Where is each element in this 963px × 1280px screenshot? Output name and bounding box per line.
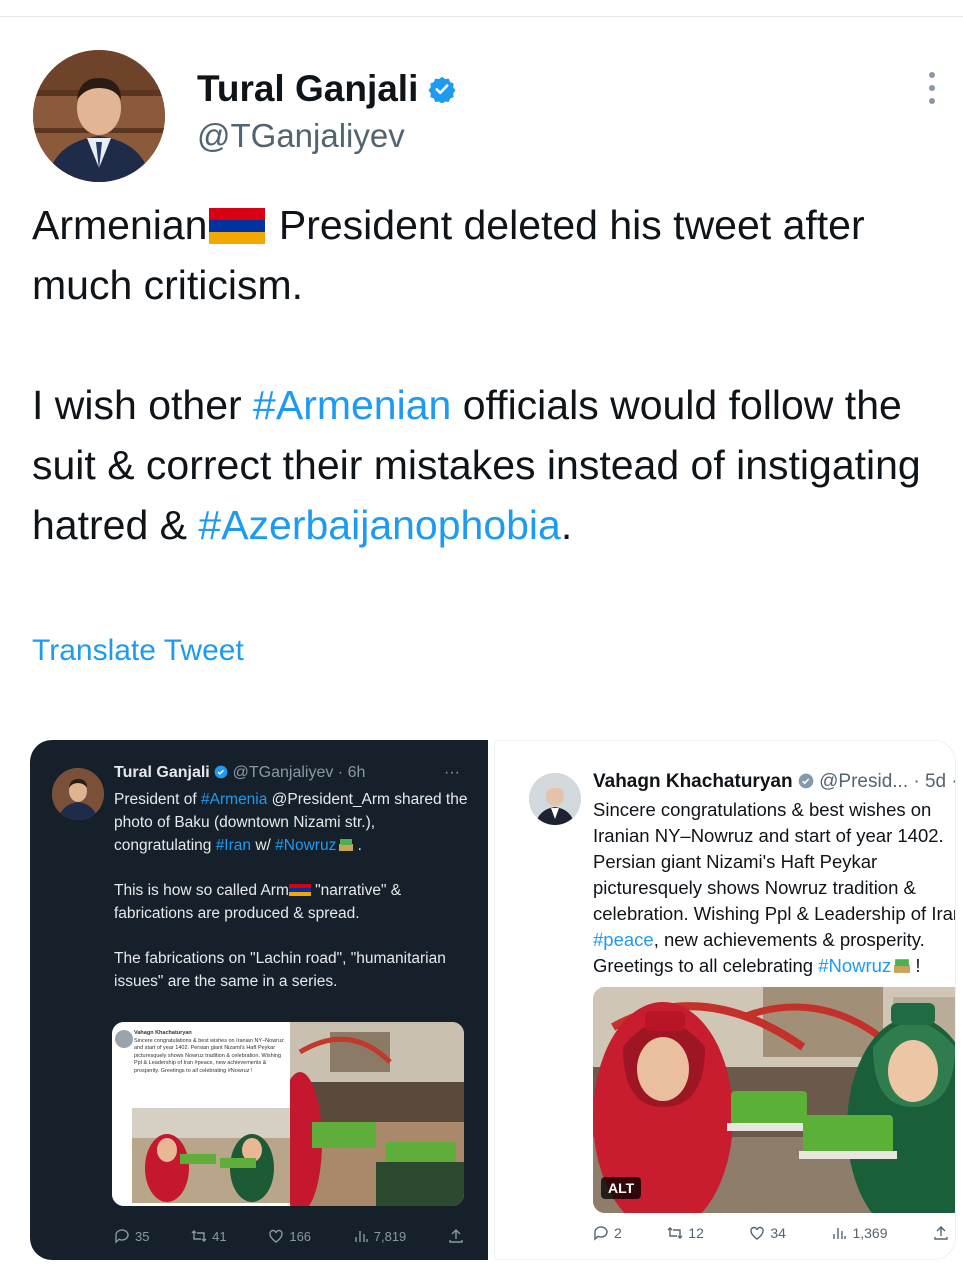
tweet-text: Armenian President deleted his tweet aft… [32,195,932,555]
embedded-quoted-tweet: Vahagn Khachaturyan Sincere congratulatio… [112,1022,306,1206]
embedded-header: Tural Ganjali @TGanjaliyev · 6h [114,764,365,782]
share-icon [934,1226,948,1240]
embedded-views: 7,819 [353,1228,406,1244]
embedded-retweet-2: 12 [667,1225,704,1241]
share-icon [449,1229,463,1243]
author-name[interactable]: Tural Ganjali [197,68,456,110]
hashtag-armenian[interactable]: #Armenian [253,382,451,428]
embedded-action-bar: 35 41 166 7,819 [114,1228,464,1244]
armenia-flag-icon [288,884,311,896]
embedded-author-name: Tural Ganjali [114,764,210,781]
embedded-views-2: 1,369 [831,1225,888,1241]
nowruz-photo: ALT [593,987,955,1213]
author-name-text[interactable]: Tural Ganjali [197,68,418,110]
translate-tweet-link[interactable]: Translate Tweet [32,634,244,668]
media-image-2[interactable]: Vahagn Khachaturyan @Presid... · 5d ·· S… [494,740,956,1260]
embedded-reply: 35 [114,1228,149,1244]
embedded-handle-time: @TGanjaliyev · 6h [232,764,366,781]
more-options-icon[interactable] [918,68,946,108]
verified-badge-icon [214,765,228,779]
sprout-icon [339,839,354,851]
embedded-handle-time-2: @Presid... · 5d [819,771,947,792]
views-icon [833,1228,847,1239]
embedded-share-2 [933,1225,949,1241]
embedded-quoted-screenshot: Vahagn Khachaturyan Sincere congratulatio… [112,1022,464,1206]
embedded-quoted-photo [132,1108,306,1203]
tweet-paragraph-1: Armenian President deleted his tweet aft… [32,202,865,308]
views-icon [355,1231,368,1242]
armenia-flag-icon [209,208,266,244]
heart-icon [750,1226,765,1240]
tweet-media-grid: Tural Ganjali @TGanjaliyev · 6h ··· Pres… [30,740,956,1260]
embedded-like-2: 34 [749,1225,786,1241]
retweet-icon [191,1230,207,1242]
author-avatar[interactable] [33,50,165,182]
reply-icon [115,1229,129,1244]
tweet-paragraph-2: I wish other #Armenian officials would f… [32,382,921,548]
verified-badge-icon [428,76,456,103]
hashtag-azerbaijanophobia[interactable]: #Azerbaijanophobia [198,502,560,548]
embedded-avatar [52,768,104,820]
sprout-icon [894,959,911,973]
embedded-reply-2: 2 [593,1225,622,1241]
embedded-quoted-avatar [115,1030,133,1048]
embedded-avatar-2 [529,773,581,825]
embedded-text-2: Sincere congratulations & best wishes on… [593,799,956,976]
embedded-author-name-2: Vahagn Khachaturyan [593,771,793,792]
reply-icon [594,1226,608,1241]
embedded-more-icon-2: ·· [951,771,955,792]
alt-badge: ALT [601,1177,642,1199]
top-divider [0,16,963,17]
retweet-icon [667,1227,683,1239]
author-handle[interactable]: @TGanjaliyev [197,117,405,155]
embedded-retweet: 41 [191,1228,227,1244]
embedded-photo-crop [278,1022,464,1206]
embedded-action-bar-2: 2 12 34 1,369 [593,1225,949,1241]
media-image-1[interactable]: Tural Ganjali @TGanjaliyev · 6h ··· Pres… [30,740,488,1260]
embedded-share [448,1228,464,1244]
embedded-text: President of #Armenia @President_Arm sha… [114,791,468,990]
embedded-header-2: Vahagn Khachaturyan @Presid... · 5d ·· [593,771,955,793]
embedded-more-icon: ··· [444,764,460,781]
embedded-like: 166 [268,1228,311,1244]
verified-badge-icon [798,773,814,789]
heart-icon [269,1229,284,1243]
